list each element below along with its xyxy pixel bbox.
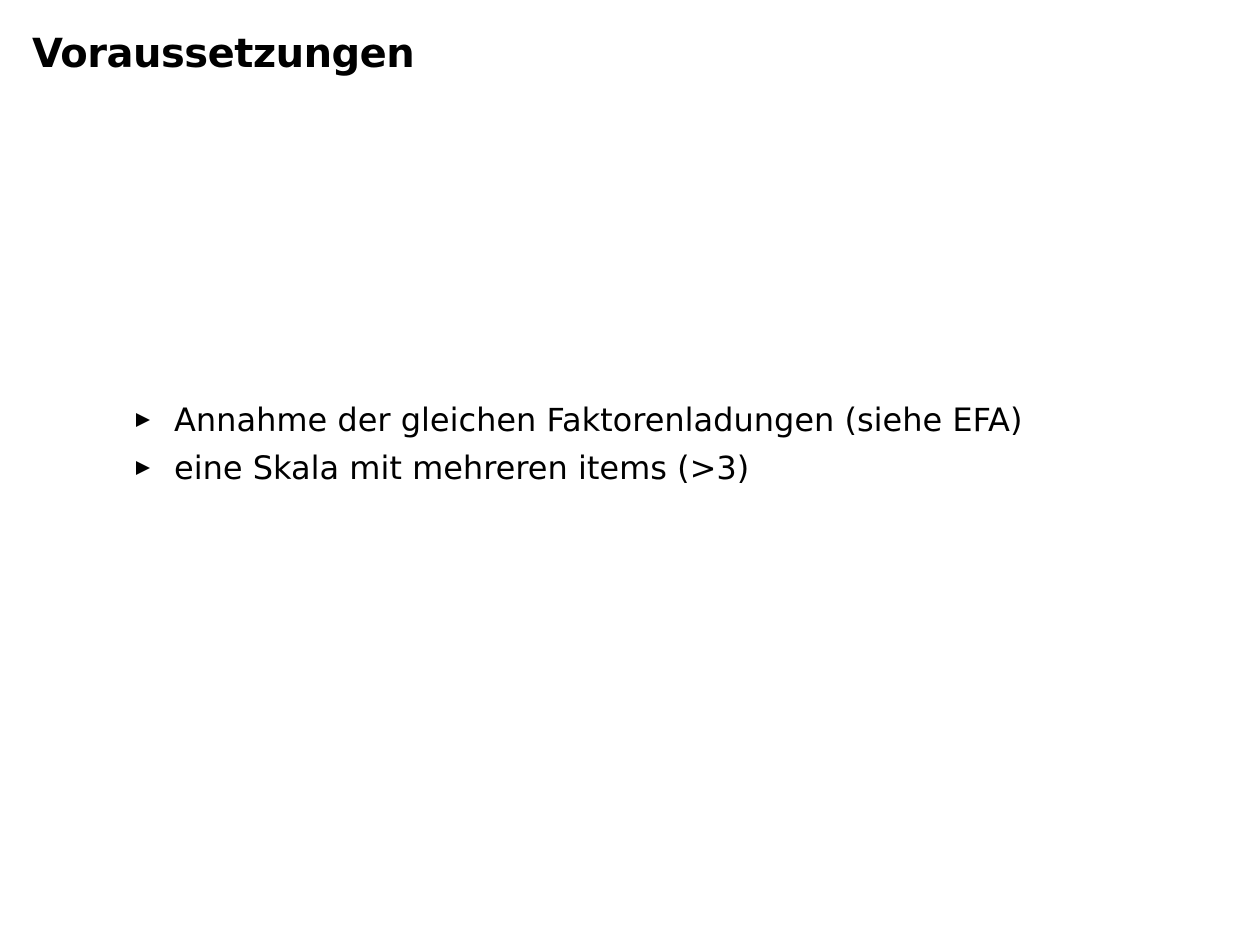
- list-item: eine Skala mit mehreren items (>3): [136, 444, 1022, 492]
- bullet-list: Annahme der gleichen Faktorenladungen (s…: [136, 396, 1022, 492]
- bullet-text: eine Skala mit mehreren items (>3): [174, 449, 750, 487]
- list-item: Annahme der gleichen Faktorenladungen (s…: [136, 396, 1022, 444]
- bullet-text: Annahme der gleichen Faktorenladungen (s…: [174, 401, 1023, 439]
- triangle-right-icon: [136, 461, 150, 475]
- slide-title: Voraussetzungen: [32, 31, 415, 77]
- triangle-right-icon: [136, 413, 150, 427]
